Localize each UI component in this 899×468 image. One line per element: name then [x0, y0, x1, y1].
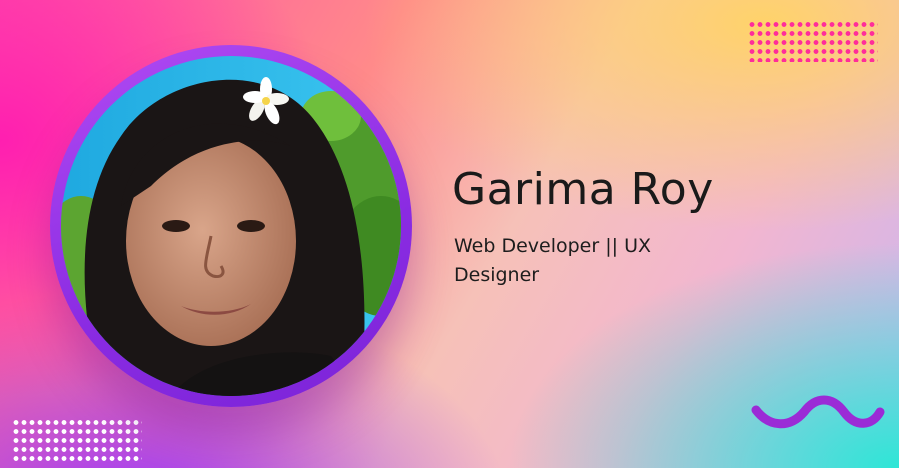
portrait-frame	[50, 45, 412, 407]
dot-grid-top-right	[748, 20, 878, 62]
profile-photo	[61, 56, 401, 396]
wave-squiggle-icon	[751, 395, 885, 429]
dot-grid-bottom-left	[12, 418, 142, 462]
profile-name: Garima Roy	[452, 164, 714, 215]
profile-role: Web Developer || UX Designer	[454, 235, 651, 286]
profile-banner: Garima Roy Web Developer || UX Designer	[0, 0, 899, 468]
